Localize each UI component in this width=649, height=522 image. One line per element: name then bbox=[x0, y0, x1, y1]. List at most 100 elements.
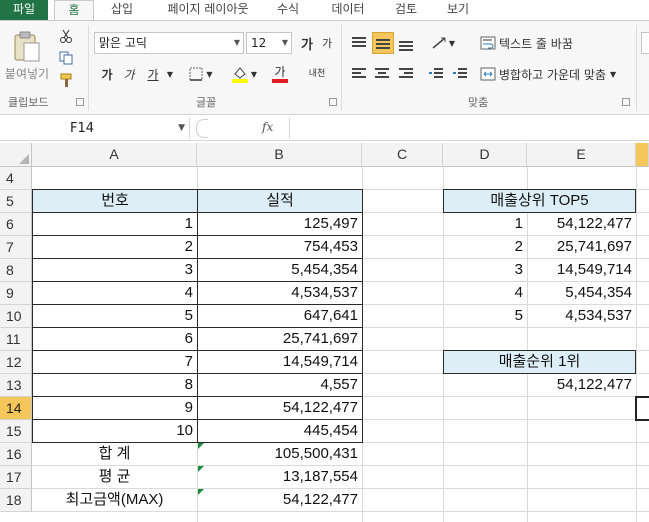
wrap-text-button[interactable]: 텍스트 줄 바꿈 bbox=[480, 33, 590, 53]
row-header-14[interactable]: 14 bbox=[0, 397, 32, 420]
merge-center-button[interactable]: 병합하고 가운데 맞춤 ▼ bbox=[480, 63, 632, 85]
top5-value-cell[interactable]: 14,549,714 bbox=[527, 259, 636, 281]
table-cell-number[interactable]: 10 bbox=[32, 419, 198, 443]
max-label-cell[interactable]: 최고금액(MAX) bbox=[32, 489, 197, 511]
paste-button[interactable]: 붙여넣기 bbox=[4, 25, 50, 87]
align-right-button[interactable] bbox=[396, 63, 416, 85]
shrink-font-button[interactable]: 가 bbox=[318, 33, 336, 53]
row-header-9[interactable]: 9 bbox=[0, 282, 32, 305]
row-header-10[interactable]: 10 bbox=[0, 305, 32, 328]
row-header-13[interactable]: 13 bbox=[0, 374, 32, 397]
align-middle-button[interactable] bbox=[372, 32, 394, 54]
align-left-button[interactable] bbox=[349, 63, 369, 85]
font-launcher-icon[interactable] bbox=[329, 98, 337, 106]
select-all-button[interactable] bbox=[0, 143, 32, 167]
column-header-e[interactable]: E bbox=[527, 143, 636, 167]
column-header-d[interactable]: D bbox=[443, 143, 527, 167]
align-center-button[interactable] bbox=[372, 63, 392, 85]
table-cell-number[interactable]: 5 bbox=[32, 304, 198, 328]
table-cell-value[interactable]: 25,741,697 bbox=[197, 327, 363, 351]
top5-value-cell[interactable]: 25,741,697 bbox=[527, 236, 636, 258]
table-cell-value[interactable]: 4,557 bbox=[197, 373, 363, 397]
formula-bar-resize-handle[interactable] bbox=[196, 119, 208, 138]
rank1-title-cell[interactable]: 매출순위 1위 bbox=[443, 350, 636, 374]
fill-color-button[interactable]: ▼ bbox=[228, 63, 260, 85]
row-header-5[interactable]: 5 bbox=[0, 190, 32, 213]
font-size-select[interactable]: 12 ▼ bbox=[246, 32, 292, 54]
top5-rank-cell[interactable]: 1 bbox=[443, 213, 527, 235]
table-cell-number[interactable]: 1 bbox=[32, 212, 198, 236]
table-cell-value[interactable]: 754,453 bbox=[197, 235, 363, 259]
borders-button[interactable]: ▼ bbox=[186, 63, 216, 85]
row-header-8[interactable]: 8 bbox=[0, 259, 32, 282]
top5-title-cell[interactable]: 매출상위 TOP5 bbox=[443, 189, 636, 213]
number-format-select[interactable] bbox=[641, 32, 649, 54]
table-cell-number[interactable]: 9 bbox=[32, 396, 198, 420]
total-label-cell[interactable]: 합 계 bbox=[32, 443, 197, 465]
row-header-17[interactable]: 17 bbox=[0, 466, 32, 489]
top5-rank-cell[interactable]: 3 bbox=[443, 259, 527, 281]
increase-indent-button[interactable] bbox=[450, 63, 470, 85]
font-name-select[interactable]: 맑은 고딕 ▼ bbox=[94, 32, 244, 54]
cut-icon[interactable] bbox=[56, 27, 76, 45]
average-label-cell[interactable]: 평 균 bbox=[32, 466, 197, 488]
top5-value-cell[interactable]: 54,122,477 bbox=[527, 213, 636, 235]
table-cell-value[interactable]: 445,454 bbox=[197, 419, 363, 443]
header-cell-performance[interactable]: 실적 bbox=[197, 189, 363, 213]
column-header-a[interactable]: A bbox=[32, 143, 197, 167]
table-cell-number[interactable]: 8 bbox=[32, 373, 198, 397]
header-cell-number[interactable]: 번호 bbox=[32, 189, 198, 213]
table-cell-number[interactable]: 7 bbox=[32, 350, 198, 374]
worksheet-grid[interactable]: A B C D E 4 5 6 7 8 9 10 11 12 13 14 15 … bbox=[0, 143, 649, 522]
tab-view[interactable]: 보기 bbox=[438, 0, 478, 20]
clipboard-launcher-icon[interactable] bbox=[76, 98, 84, 106]
grow-font-button[interactable]: 가 bbox=[298, 33, 316, 53]
chevron-down-icon[interactable]: ▼ bbox=[165, 63, 175, 85]
row-header-4[interactable]: 4 bbox=[0, 167, 32, 190]
table-cell-number[interactable]: 3 bbox=[32, 258, 198, 282]
row-header-12[interactable]: 12 bbox=[0, 351, 32, 374]
decrease-indent-button[interactable] bbox=[426, 63, 446, 85]
tab-file[interactable]: 파일 bbox=[0, 0, 48, 20]
tab-review[interactable]: 검토 bbox=[384, 0, 428, 20]
row-header-16[interactable]: 16 bbox=[0, 443, 32, 466]
top5-rank-cell[interactable]: 5 bbox=[443, 305, 527, 327]
orientation-button[interactable]: ▼ bbox=[428, 33, 458, 53]
formula-input[interactable] bbox=[289, 118, 649, 139]
row-header-15[interactable]: 15 bbox=[0, 420, 32, 443]
format-painter-icon[interactable] bbox=[56, 71, 78, 89]
tab-page-layout[interactable]: 페이지 레이아웃 bbox=[156, 0, 260, 20]
active-cell-selection[interactable] bbox=[635, 396, 649, 421]
column-header-f[interactable] bbox=[636, 143, 649, 167]
row-header-7[interactable]: 7 bbox=[0, 236, 32, 259]
alignment-launcher-icon[interactable] bbox=[622, 98, 630, 106]
max-value-cell[interactable]: 54,122,477 bbox=[197, 489, 362, 511]
rank1-value-cell[interactable]: 54,122,477 bbox=[527, 374, 636, 396]
top5-rank-cell[interactable]: 4 bbox=[443, 282, 527, 304]
underline-button[interactable]: 가 bbox=[142, 63, 164, 85]
bold-button[interactable]: 가 bbox=[98, 63, 116, 85]
row-header-6[interactable]: 6 bbox=[0, 213, 32, 236]
name-box[interactable]: F14 ▼ bbox=[0, 118, 190, 139]
tab-home[interactable]: 홈 bbox=[54, 0, 94, 21]
table-cell-number[interactable]: 2 bbox=[32, 235, 198, 259]
column-header-c[interactable]: C bbox=[362, 143, 443, 167]
tab-data[interactable]: 데이터 bbox=[322, 0, 374, 20]
align-bottom-button[interactable] bbox=[396, 33, 416, 53]
table-cell-value[interactable]: 647,641 bbox=[197, 304, 363, 328]
copy-icon[interactable] bbox=[56, 49, 78, 67]
table-cell-number[interactable]: 4 bbox=[32, 281, 198, 305]
top5-rank-cell[interactable]: 2 bbox=[443, 236, 527, 258]
align-top-button[interactable] bbox=[349, 33, 369, 53]
table-cell-value[interactable]: 54,122,477 bbox=[197, 396, 363, 420]
top5-value-cell[interactable]: 4,534,537 bbox=[527, 305, 636, 327]
italic-button[interactable]: 가 bbox=[120, 63, 138, 85]
total-value-cell[interactable]: 105,500,431 bbox=[197, 443, 362, 465]
insert-function-icon[interactable]: fx bbox=[262, 120, 273, 134]
table-cell-value[interactable]: 125,497 bbox=[197, 212, 363, 236]
table-cell-value[interactable]: 14,549,714 bbox=[197, 350, 363, 374]
row-header-18[interactable]: 18 bbox=[0, 489, 32, 512]
top5-value-cell[interactable]: 5,454,354 bbox=[527, 282, 636, 304]
column-header-b[interactable]: B bbox=[197, 143, 362, 167]
average-value-cell[interactable]: 13,187,554 bbox=[197, 466, 362, 488]
